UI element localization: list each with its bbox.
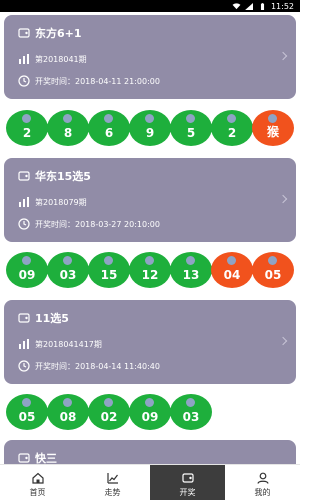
status-bar: 11:52: [0, 0, 300, 12]
number-ball: 5: [170, 110, 212, 146]
number-ball: 13: [170, 252, 212, 288]
number-ball: 2: [6, 110, 48, 146]
number-ball: 05: [6, 394, 48, 430]
chevron-right-icon: [278, 51, 288, 61]
card-time-row: 开奖时间：2018-04-14 11:40:40: [18, 360, 160, 372]
lottery-card-kuaisan[interactable]: 快三: [4, 440, 296, 464]
tab-label: 开奖: [179, 488, 196, 497]
zodiac-ball: 猴: [252, 110, 294, 146]
lottery-name: 快三: [35, 452, 57, 464]
tab-profile[interactable]: 我的: [225, 465, 300, 500]
clock-icon: [18, 360, 30, 372]
clock-icon: [18, 218, 30, 230]
number-balls-row: 09 03 15 12 13 04 05: [6, 252, 296, 292]
draw-time: 开奖时间：2018-04-14 11:40:40: [35, 361, 160, 371]
lottery-card-11x5[interactable]: 11选5 第2018041417期 开奖时间：2018-04-14 11:40:…: [4, 300, 296, 384]
lottery-card-huadong[interactable]: 华东15选5 第2018079期 开奖时间：2018-03-27 20:10:0…: [4, 158, 296, 242]
lottery-ticket-icon: [18, 28, 30, 38]
number-ball: 8: [47, 110, 89, 146]
issue-number: 第2018079期: [35, 197, 87, 207]
wifi-icon: [232, 2, 241, 9]
bar-chart-icon: [19, 197, 29, 207]
signal-icon: [245, 2, 253, 10]
lottery-ticket-icon: [18, 171, 30, 181]
draw-time: 开奖时间：2018-03-27 20:10:00: [35, 219, 160, 229]
home-icon: [31, 472, 44, 484]
tab-trend[interactable]: 走势: [75, 465, 150, 500]
issue-number: 第2018041期: [35, 54, 87, 64]
battery-icon: [260, 2, 264, 10]
lottery-ticket-icon: [18, 453, 30, 463]
issue-number: 第2018041417期: [35, 339, 102, 349]
card-title-row: 快三: [18, 450, 57, 464]
tab-label: 走势: [104, 488, 121, 497]
lottery-ticket-icon: [18, 313, 30, 323]
number-ball: 6: [88, 110, 130, 146]
tab-home[interactable]: 首页: [0, 465, 75, 500]
number-ball: 2: [211, 110, 253, 146]
card-issue-row: 第2018079期: [18, 196, 87, 208]
lottery-name: 华东15选5: [35, 170, 91, 183]
lottery-ticket-icon: [181, 473, 194, 483]
number-ball: 04: [211, 252, 253, 288]
app-screen: 11:52 东方6+1 第2018041期 开奖时间：2018-04-11 21…: [0, 0, 300, 500]
card-title-row: 11选5: [18, 310, 69, 326]
number-ball: 03: [47, 252, 89, 288]
number-ball: 08: [47, 394, 89, 430]
number-balls-row: 05 08 02 09 03: [6, 394, 296, 434]
clock-icon: [18, 75, 30, 87]
bottom-tab-bar: 首页 走势 开奖 我的: [0, 464, 300, 500]
trend-chart-icon: [106, 473, 118, 484]
card-title-row: 东方6+1: [18, 25, 82, 41]
draw-time: 开奖时间：2018-04-11 21:00:00: [35, 76, 160, 86]
card-time-row: 开奖时间：2018-03-27 20:10:00: [18, 218, 160, 230]
chevron-right-icon: [278, 194, 288, 204]
chevron-right-icon: [278, 336, 288, 346]
tab-label: 首页: [29, 488, 46, 497]
number-ball: 09: [6, 252, 48, 288]
bar-chart-icon: [19, 339, 29, 349]
number-ball: 12: [129, 252, 171, 288]
user-icon: [256, 472, 269, 484]
card-issue-row: 第2018041417期: [18, 338, 102, 350]
number-ball: 02: [88, 394, 130, 430]
tab-label: 我的: [254, 488, 271, 497]
number-ball: 09: [129, 394, 171, 430]
number-ball: 05: [252, 252, 294, 288]
card-title-row: 华东15选5: [18, 168, 91, 184]
status-time: 11:52: [270, 1, 294, 11]
number-ball: 15: [88, 252, 130, 288]
card-time-row: 开奖时间：2018-04-11 21:00:00: [18, 75, 160, 87]
number-ball: 03: [170, 394, 212, 430]
lottery-name: 11选5: [35, 312, 69, 325]
bar-chart-icon: [19, 54, 29, 64]
lottery-card-dongfang[interactable]: 东方6+1 第2018041期 开奖时间：2018-04-11 21:00:00: [4, 15, 296, 99]
lottery-name: 东方6+1: [35, 27, 82, 40]
card-issue-row: 第2018041期: [18, 53, 87, 65]
lottery-list[interactable]: 东方6+1 第2018041期 开奖时间：2018-04-11 21:00:00…: [0, 12, 300, 464]
number-ball: 9: [129, 110, 171, 146]
number-balls-row: 2 8 6 9 5 2 猴: [6, 110, 296, 150]
tab-draw[interactable]: 开奖: [150, 465, 225, 500]
